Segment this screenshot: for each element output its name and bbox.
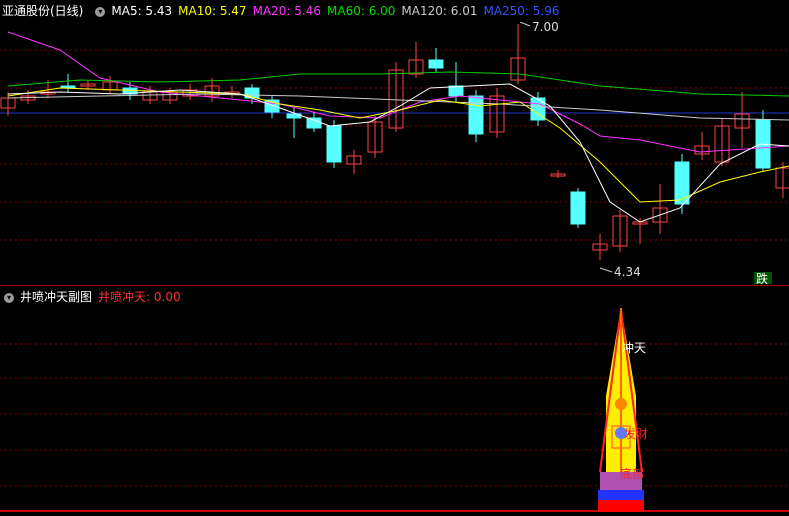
stock-title: 亚通股份(日线) [2,4,84,18]
indicator-label-mid: 发财 [624,426,648,441]
indicator-panel[interactable]: 冲天发财底部 [0,308,789,516]
main-chart-header: 亚通股份(日线) ▾ MA5: 5.43 MA10: 5.47 MA20: 5.46 MA… [0,0,572,22]
candle-body [674,161,690,205]
ma-legend-item: MA10: 5.47 [178,4,247,18]
indicator-chart[interactable]: 冲天发财底部 [0,308,789,516]
ma10-line [7,87,789,203]
candle-body [306,117,322,129]
ma-legend: MA5: 5.43 MA10: 5.47 MA20: 5.46 MA60: 6.00 M… [111,4,565,18]
ma-legend-item: MA20: 5.46 [252,4,321,18]
indicator-value: 井喷冲天: 0.00 [98,290,181,304]
candle-body [468,95,484,135]
candle-body [326,125,342,163]
pedestal-blue [598,490,644,500]
candlestick-panel[interactable]: 7.00 4.34 跌 [0,22,789,284]
candlestick-chart[interactable]: 7.00 4.34 跌 [0,22,789,284]
ma-legend-item: MA120: 6.01 [401,4,478,18]
candle-body [428,59,444,69]
ma-legend-item: MA5: 5.43 [111,4,173,18]
trend-badge: 跌 [756,271,768,284]
indicator-label-low: 底部 [620,466,644,481]
ma-legend-item: MA60: 6.00 [327,4,396,18]
low-price-label: 4.34 [614,265,641,279]
indicator-label-top: 冲天 [622,340,646,355]
collapse-toggle-icon[interactable]: ▾ [95,6,106,17]
money-bag-icon [615,398,627,410]
high-price-label: 7.00 [532,22,559,34]
sub-chart-title: 井喷冲天副图 [20,290,93,304]
ma5-line [7,83,789,223]
candle-body [570,191,586,225]
sub-chart-header: ▾ 井喷冲天副图 井喷冲天: 0.00 [0,286,187,308]
collapse-toggle-icon[interactable]: ▾ [4,292,14,303]
pedestal-red [598,500,644,512]
high-pointer [519,22,531,27]
candle-body [448,85,464,97]
ma-legend-item: MA250: 5.96 [483,4,560,18]
low-pointer [599,267,613,273]
